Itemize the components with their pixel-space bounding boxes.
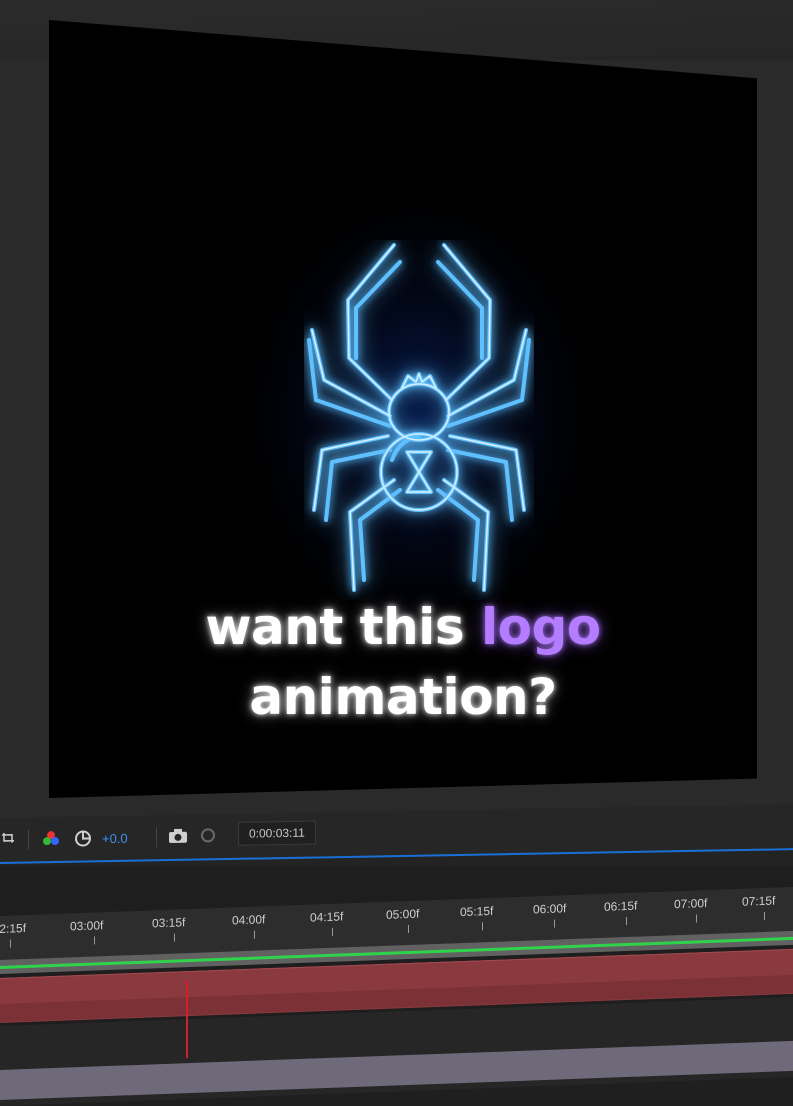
- ruler-tick-mark: [254, 930, 255, 939]
- spider-logo-icon: [307, 243, 531, 592]
- ruler-tick-mark: [408, 925, 409, 934]
- current-time-indicator[interactable]: [186, 980, 188, 1058]
- ruler-tick-label: 06:15f: [604, 898, 638, 914]
- toolbar-separator: [156, 827, 157, 848]
- ruler-tick-label: 06:00f: [533, 901, 567, 917]
- caption-text: want this: [205, 598, 465, 656]
- caption-accent-word: logo: [481, 598, 601, 656]
- ruler-tick-mark: [696, 914, 697, 923]
- ruler-tick-label: 07:15f: [742, 893, 776, 909]
- after-effects-window: want this logo animation? +0.0 0:00:03:1…: [0, 0, 793, 1106]
- caption-line-2: animation?: [249, 668, 557, 726]
- ruler-tick-label: 05:00f: [386, 906, 420, 922]
- ruler-tick-mark: [94, 936, 95, 945]
- ruler-tick-mark: [174, 933, 175, 942]
- ruler-tick-mark: [764, 911, 765, 920]
- composition-viewer: want this logo animation?: [0, 0, 793, 820]
- region-of-interest-icon[interactable]: [0, 831, 16, 847]
- current-time-display[interactable]: 0:00:03:11: [238, 820, 316, 846]
- ruler-tick-mark: [554, 919, 555, 928]
- ruler-tick-label: 04:00f: [232, 912, 266, 928]
- ruler-tick-label: 04:15f: [310, 909, 344, 925]
- exposure-value[interactable]: +0.0: [102, 831, 128, 846]
- ruler-tick-label: 07:00f: [674, 896, 708, 912]
- ruler-tick-label: 05:15f: [460, 903, 494, 920]
- camera-icon[interactable]: [168, 828, 188, 844]
- ruler-tick-mark: [332, 927, 333, 936]
- show-snapshot-icon[interactable]: [198, 827, 218, 843]
- ruler-tick-mark: [10, 939, 11, 948]
- composition-frame[interactable]: want this logo animation?: [49, 20, 757, 798]
- exposure-reset-icon[interactable]: [74, 829, 92, 847]
- ruler-tick-mark: [626, 917, 627, 926]
- color-channels-icon[interactable]: [42, 830, 60, 848]
- toolbar-separator: [28, 829, 29, 850]
- ruler-tick-label: 03:15f: [152, 915, 186, 931]
- caption-line-1: want this logo: [49, 598, 757, 656]
- ruler-tick-label: :2:15f: [0, 921, 27, 937]
- ruler-tick-label: 03:00f: [70, 918, 104, 934]
- ruler-tick-mark: [482, 922, 483, 931]
